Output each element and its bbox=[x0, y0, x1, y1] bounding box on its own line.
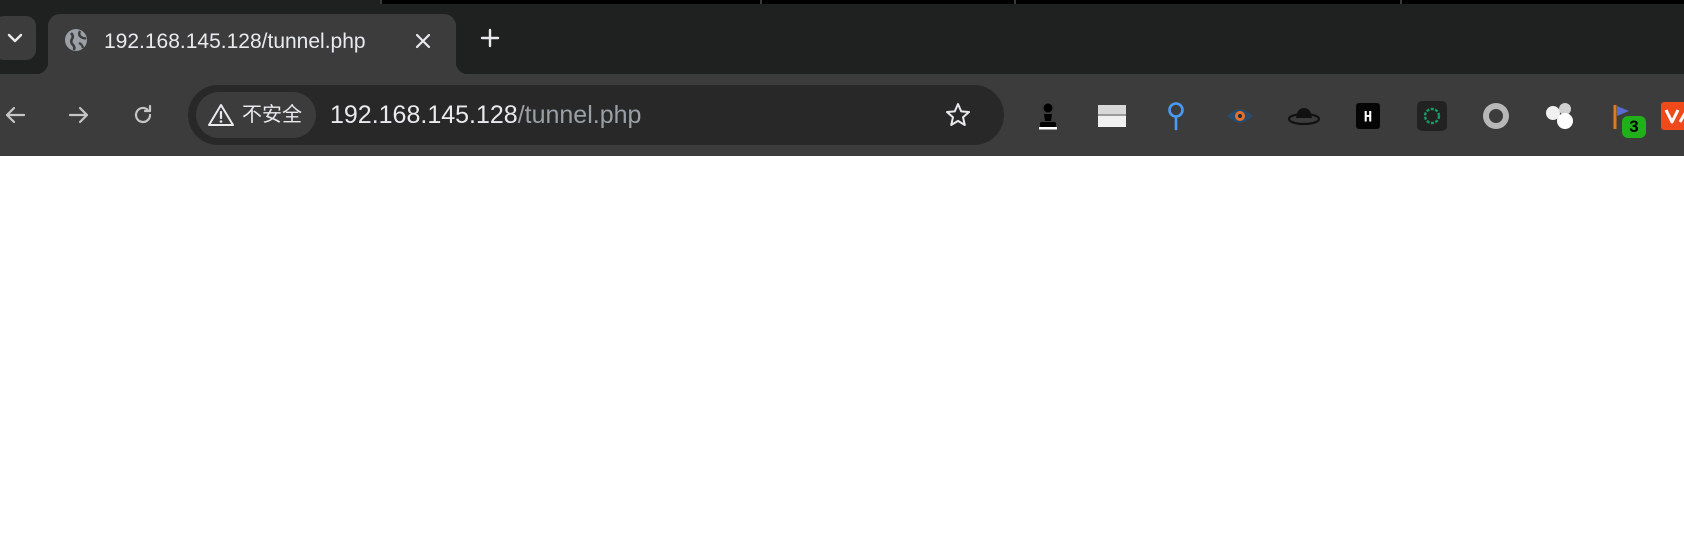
h-block-icon[interactable]: H bbox=[1350, 98, 1386, 134]
arrow-left-icon bbox=[5, 106, 26, 124]
plus-icon bbox=[480, 28, 500, 48]
grey-circle-icon[interactable] bbox=[1478, 98, 1514, 134]
security-label: 不安全 bbox=[242, 104, 302, 126]
tab-active[interactable]: 192.168.145.128/tunnel.php bbox=[36, 14, 468, 74]
window-top-edge bbox=[380, 0, 1684, 4]
url-path: /tunnel.php bbox=[517, 101, 642, 129]
reload-button[interactable] bbox=[126, 98, 160, 132]
bubbles-icon[interactable] bbox=[1542, 98, 1578, 134]
url-host: 192.168.145.128 bbox=[330, 101, 518, 129]
eye-icon[interactable] bbox=[1222, 98, 1258, 134]
blue-pin-icon[interactable] bbox=[1158, 98, 1194, 134]
chevron-down-icon bbox=[7, 33, 23, 43]
fedora-hat-icon[interactable] bbox=[1286, 98, 1322, 134]
address-bar[interactable]: 不安全 192.168.145.128/tunnel.php bbox=[188, 85, 1004, 145]
grey-bars-icon[interactable] bbox=[1094, 98, 1130, 134]
new-tab-button[interactable] bbox=[474, 22, 506, 54]
browser-window: 192.168.145.128/tunnel.php 不安全 192.168.1… bbox=[0, 0, 1684, 548]
globe-icon bbox=[65, 29, 87, 51]
url-text[interactable]: 192.168.145.128/tunnel.php bbox=[330, 99, 641, 131]
red-logo-icon[interactable] bbox=[1658, 98, 1684, 134]
back-button[interactable] bbox=[0, 98, 32, 132]
green-ring-icon[interactable] bbox=[1414, 98, 1450, 134]
tab-search-button[interactable] bbox=[0, 16, 36, 60]
chess-pawn-icon[interactable] bbox=[1030, 98, 1066, 134]
bookmark-button[interactable] bbox=[942, 99, 974, 131]
reload-icon bbox=[134, 104, 152, 124]
orange-flag-icon[interactable]: 3 bbox=[1606, 98, 1646, 138]
security-chip[interactable]: 不安全 bbox=[196, 92, 316, 138]
close-icon bbox=[415, 33, 431, 49]
svg-text:H: H bbox=[1364, 110, 1372, 126]
arrow-right-icon bbox=[68, 106, 89, 124]
warning-icon bbox=[208, 104, 234, 126]
star-icon bbox=[946, 103, 970, 126]
page-content bbox=[0, 156, 1684, 548]
tab-close-button[interactable] bbox=[408, 26, 438, 56]
tab-strip: 192.168.145.128/tunnel.php bbox=[0, 0, 1684, 74]
extension-badge: 3 bbox=[1622, 116, 1646, 138]
toolbar: 不安全 192.168.145.128/tunnel.php H 3 bbox=[0, 74, 1684, 156]
tab-title: 192.168.145.128/tunnel.php bbox=[104, 30, 366, 53]
forward-button[interactable] bbox=[62, 98, 96, 132]
